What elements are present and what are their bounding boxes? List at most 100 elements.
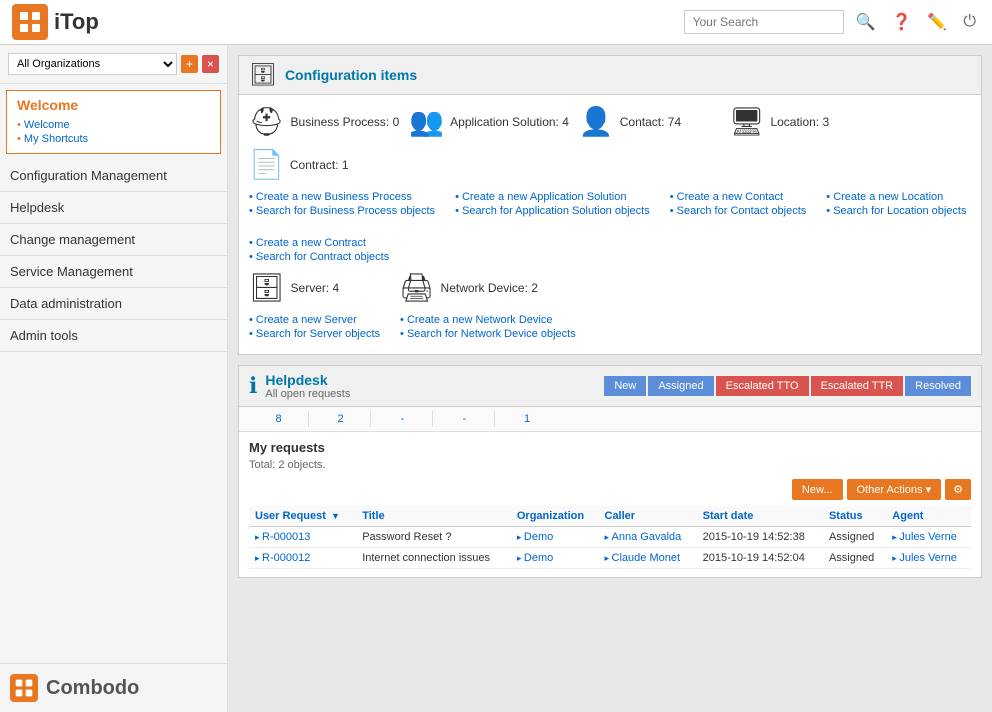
ci-icon-business-process: ⛑: [249, 105, 285, 138]
cell-request-id-1: R-000013: [249, 527, 356, 548]
org-selector: All Organizations + ×: [0, 45, 227, 84]
sidebar-item-helpdesk[interactable]: Helpdesk: [0, 192, 227, 224]
combodo-logo-icon: [10, 674, 38, 702]
ci-label-server: Server: 4: [291, 281, 340, 295]
col-user-request[interactable]: User Request ▼: [249, 506, 356, 527]
helpdesk-tab-counts: 8 2 - - 1: [239, 407, 981, 432]
create-network-device-link[interactable]: Create a new Network Device: [400, 314, 576, 326]
helpdesk-title-area: ℹ Helpdesk All open requests: [249, 372, 350, 400]
ci-icon-contact: 👤: [579, 105, 614, 138]
search-application-solution-link[interactable]: Search for Application Solution objects: [455, 205, 650, 217]
sidebar-item-data-administration[interactable]: Data administration: [0, 288, 227, 320]
create-location-link[interactable]: Create a new Location: [826, 191, 966, 203]
sidebar-item-service-management[interactable]: Service Management: [0, 256, 227, 288]
my-requests-title: My requests: [249, 440, 971, 455]
col-start-date[interactable]: Start date: [697, 506, 823, 527]
org-link-2[interactable]: Demo: [517, 552, 553, 564]
caller-link-2[interactable]: Claude Monet: [605, 552, 681, 564]
sidebar-item-change-management[interactable]: Change management: [0, 224, 227, 256]
helpdesk-icon: ℹ: [249, 373, 257, 399]
helpdesk-title-block: Helpdesk All open requests: [265, 372, 350, 400]
col-organization[interactable]: Organization: [511, 506, 599, 527]
count-resolved[interactable]: 1: [497, 411, 557, 427]
search-contract-link[interactable]: Search for Contract objects: [249, 251, 389, 263]
count-tto[interactable]: -: [373, 411, 433, 427]
header: iTop 🔍 ❓ ✏️ ⏻: [0, 0, 992, 45]
requests-table: User Request ▼ Title Organization Caller…: [249, 506, 971, 569]
caller-link-1[interactable]: Anna Gavalda: [605, 531, 682, 543]
create-contact-link[interactable]: Create a new Contact: [670, 191, 807, 203]
tab-escalated-tto[interactable]: Escalated TTO: [716, 376, 809, 396]
ci-item-location: 🖥 Location: 3: [729, 105, 869, 138]
request-link-1[interactable]: R-000013: [255, 531, 310, 543]
cell-request-id-2: R-000012: [249, 548, 356, 569]
welcome-label: Welcome: [17, 97, 210, 113]
ci-links-row1: Create a new Business Process Search for…: [249, 191, 971, 263]
search-input[interactable]: [684, 10, 844, 34]
search-network-device-link[interactable]: Search for Network Device objects: [400, 328, 576, 340]
agent-link-2[interactable]: Jules Verne: [892, 552, 957, 564]
sort-arrow-user-request: ▼: [331, 511, 340, 521]
logo-icon: [12, 4, 48, 40]
col-agent[interactable]: Agent: [886, 506, 971, 527]
ci-icon-location: 🖥: [729, 105, 765, 138]
search-business-process-link[interactable]: Search for Business Process objects: [249, 205, 435, 217]
config-items-card: 🗄 Configuration items ⛑ Business Process…: [238, 55, 982, 355]
count-ttr[interactable]: -: [435, 411, 495, 427]
layout: All Organizations + × Welcome Welcome My…: [0, 45, 992, 712]
main-content: 🗄 Configuration items ⛑ Business Process…: [228, 45, 992, 712]
header-right: 🔍 ❓ ✏️ ⏻: [684, 10, 980, 34]
edit-button[interactable]: ✏️: [923, 10, 951, 34]
search-contact-link[interactable]: Search for Contact objects: [670, 205, 807, 217]
requests-toolbar: New... Other Actions ▾ ⚙: [249, 479, 971, 500]
col-caller[interactable]: Caller: [599, 506, 697, 527]
agent-link-1[interactable]: Jules Verne: [892, 531, 957, 543]
helpdesk-tab-bar: New Assigned Escalated TTO Escalated TTR…: [604, 376, 971, 396]
ci-label-contact: Contact: 74: [620, 115, 681, 129]
cell-date-1: 2015-10-19 14:52:38: [697, 527, 823, 548]
create-contract-link[interactable]: Create a new Contract: [249, 237, 389, 249]
count-assigned[interactable]: 2: [311, 411, 371, 427]
cell-org-2: Demo: [511, 548, 599, 569]
power-button[interactable]: ⏻: [959, 11, 980, 33]
sidebar-shortcuts-link[interactable]: My Shortcuts: [17, 133, 210, 145]
search-server-link[interactable]: Search for Server objects: [249, 328, 380, 340]
ci-item-contact: 👤 Contact: 74: [579, 105, 719, 138]
create-application-solution-link[interactable]: Create a new Application Solution: [455, 191, 650, 203]
new-request-button[interactable]: New...: [792, 479, 843, 500]
tab-resolved[interactable]: Resolved: [905, 376, 971, 396]
other-actions-button[interactable]: Other Actions ▾: [847, 479, 942, 500]
settings-button[interactable]: ⚙: [945, 479, 971, 500]
helpdesk-title: Helpdesk: [265, 372, 350, 388]
tab-escalated-ttr[interactable]: Escalated TTR: [811, 376, 904, 396]
cell-caller-1: Anna Gavalda: [599, 527, 697, 548]
create-server-link[interactable]: Create a new Server: [249, 314, 380, 326]
sidebar-welcome-link[interactable]: Welcome: [17, 119, 210, 131]
welcome-section: Welcome Welcome My Shortcuts: [6, 90, 221, 154]
ci-label-contract: Contract: 1: [290, 158, 349, 172]
cell-date-2: 2015-10-19 14:52:04: [697, 548, 823, 569]
sidebar-item-admin-tools[interactable]: Admin tools: [0, 320, 227, 352]
ci-icon-network-device: 🖨: [399, 271, 435, 304]
col-title[interactable]: Title: [356, 506, 511, 527]
cell-title-2: Internet connection issues: [356, 548, 511, 569]
help-button[interactable]: ❓: [888, 10, 916, 34]
org-delete-button[interactable]: ×: [202, 55, 219, 73]
ci-label-network-device: Network Device: 2: [441, 281, 538, 295]
col-status[interactable]: Status: [823, 506, 886, 527]
create-business-process-link[interactable]: Create a new Business Process: [249, 191, 435, 203]
tab-new[interactable]: New: [604, 376, 646, 396]
tab-assigned[interactable]: Assigned: [648, 376, 713, 396]
request-link-2[interactable]: R-000012: [255, 552, 310, 564]
cell-agent-1: Jules Verne: [886, 527, 971, 548]
org-add-button[interactable]: +: [181, 55, 198, 73]
org-link-1[interactable]: Demo: [517, 531, 553, 543]
search-button[interactable]: 🔍: [852, 10, 880, 34]
sidebar-item-configuration-management[interactable]: Configuration Management: [0, 160, 227, 192]
count-new[interactable]: 8: [249, 411, 309, 427]
org-select-dropdown[interactable]: All Organizations: [8, 53, 177, 75]
config-items-body: ⛑ Business Process: 0 👥 Application Solu…: [239, 95, 981, 354]
config-items-header: 🗄 Configuration items: [239, 56, 981, 95]
search-location-link[interactable]: Search for Location objects: [826, 205, 966, 217]
cell-org-1: Demo: [511, 527, 599, 548]
